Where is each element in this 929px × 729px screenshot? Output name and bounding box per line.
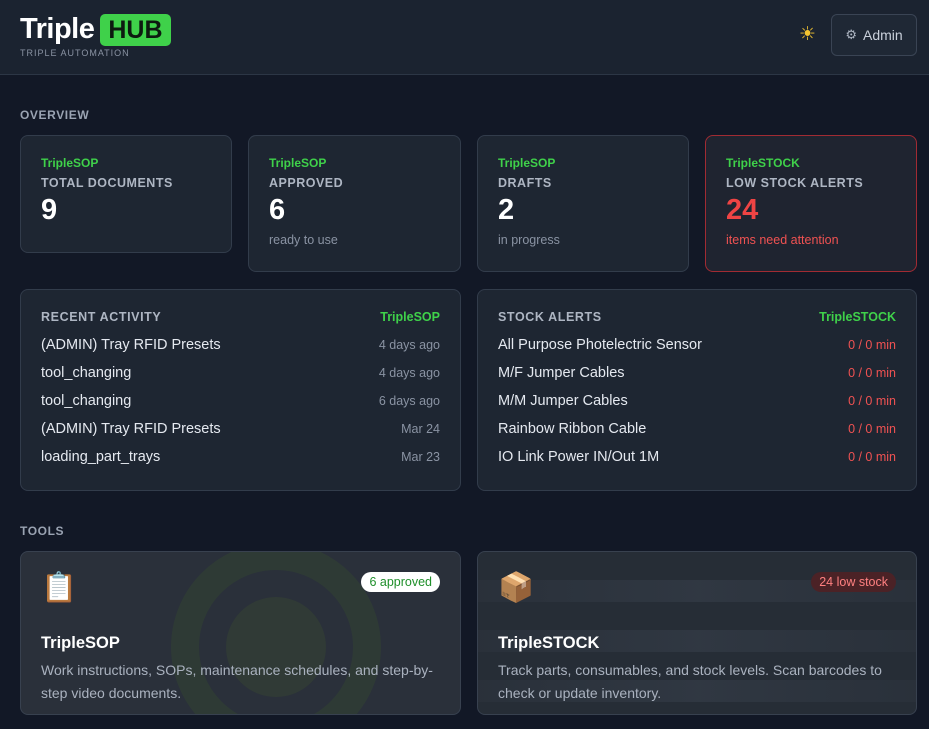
list-item[interactable]: Rainbow Ribbon Cable 0 / 0 min (498, 415, 896, 443)
panel-title: STOCK ALERTS (498, 310, 602, 324)
tools-label: TOOLS (20, 524, 65, 538)
stat-value: 9 (41, 194, 58, 226)
list-item[interactable]: M/F Jumper Cables 0 / 0 min (498, 359, 896, 387)
top-header: Triple HUB TRIPLE AUTOMATION ☀ ⚙ Admin (0, 0, 929, 75)
item-time: 4 days ago (378, 338, 440, 352)
item-name: tool_changing (41, 393, 132, 409)
item-name: loading_part_trays (41, 449, 161, 465)
item-name: Rainbow Ribbon Cable (498, 421, 647, 437)
stat-tag: TripleSOP (269, 156, 327, 170)
list-item[interactable]: tool_changing 4 days ago (41, 359, 440, 387)
tool-card-triplesop[interactable]: 6 approved 📋 TripleSOP Work instructions… (20, 551, 461, 715)
stat-card-low-stock[interactable]: TripleSTOCK LOW STOCK ALERTS 24 items ne… (705, 135, 917, 272)
list-item[interactable]: All Purpose Photelectric Sensor 0 / 0 mi… (498, 331, 896, 359)
gear-icon: ⚙ (845, 27, 857, 42)
overview-label: OVERVIEW (20, 108, 90, 122)
item-name: M/M Jumper Cables (498, 393, 628, 409)
brand-subtitle: TRIPLE AUTOMATION (20, 48, 130, 58)
list-item[interactable]: M/M Jumper Cables 0 / 0 min (498, 387, 896, 415)
item-time: 6 days ago (378, 394, 440, 408)
brand-hub-badge: HUB (100, 13, 171, 46)
stat-card-drafts[interactable]: TripleSOP DRAFTS 2 in progress (477, 135, 689, 272)
item-qty: 0 / 0 min (848, 450, 896, 464)
tool-description: Track parts, consumables, and stock leve… (498, 662, 882, 701)
item-qty: 0 / 0 min (848, 394, 896, 408)
stat-card-total-documents[interactable]: TripleSOP TOTAL DOCUMENTS 9 (20, 135, 232, 253)
stat-subtext: ready to use (269, 233, 338, 247)
list-item[interactable]: loading_part_trays Mar 23 (41, 443, 440, 471)
recent-activity-panel: RECENT ACTIVITY TripleSOP (ADMIN) Tray R… (20, 289, 461, 491)
item-name: tool_changing (41, 365, 132, 381)
item-name: (ADMIN) Tray RFID Presets (41, 421, 221, 437)
item-qty: 0 / 0 min (848, 366, 896, 380)
stat-title: TOTAL DOCUMENTS (41, 176, 173, 190)
stat-value: 24 (726, 194, 759, 226)
item-name: M/F Jumper Cables (498, 365, 625, 381)
stat-tag: TripleSOP (498, 156, 556, 170)
stat-value: 6 (269, 194, 286, 226)
list-item[interactable]: (ADMIN) Tray RFID Presets Mar 24 (41, 415, 440, 443)
item-time: Mar 24 (401, 422, 440, 436)
approved-badge: 6 approved (361, 572, 440, 592)
low-stock-badge: 24 low stock (811, 572, 896, 592)
item-qty: 0 / 0 min (848, 422, 896, 436)
item-time: Mar 23 (401, 450, 440, 464)
stat-value: 2 (498, 194, 515, 226)
panel-title: RECENT ACTIVITY (41, 310, 162, 324)
stock-alerts-panel: STOCK ALERTS TripleSTOCK All Purpose Pho… (477, 289, 917, 491)
list-item[interactable]: IO Link Power IN/Out 1M 0 / 0 min (498, 443, 896, 471)
tool-card-triplestock[interactable]: 24 low stock 📦 TripleSTOCK Track parts, … (477, 551, 917, 715)
item-name: (ADMIN) Tray RFID Presets (41, 337, 221, 353)
stat-title: APPROVED (269, 176, 344, 190)
stat-subtext: in progress (498, 233, 560, 247)
stat-subtext: items need attention (726, 233, 839, 247)
item-time: 4 days ago (378, 366, 440, 380)
brand-logo[interactable]: Triple HUB TRIPLE AUTOMATION (20, 13, 171, 58)
stat-tag: TripleSTOCK (726, 156, 800, 170)
item-name: IO Link Power IN/Out 1M (498, 449, 660, 465)
sun-icon[interactable]: ☀ (799, 25, 816, 45)
item-qty: 0 / 0 min (848, 338, 896, 352)
list-item[interactable]: (ADMIN) Tray RFID Presets 4 days ago (41, 331, 440, 359)
admin-button[interactable]: ⚙ Admin (831, 14, 917, 56)
brand-name: Triple (20, 13, 95, 45)
stat-title: DRAFTS (498, 176, 552, 190)
panel-badge[interactable]: TripleSOP (380, 310, 440, 324)
stat-tag: TripleSOP (41, 156, 99, 170)
tool-description: Work instructions, SOPs, maintenance sch… (41, 662, 433, 701)
panel-badge[interactable]: TripleSTOCK (819, 310, 896, 324)
stat-title: LOW STOCK ALERTS (726, 176, 864, 190)
stat-card-approved[interactable]: TripleSOP APPROVED 6 ready to use (248, 135, 461, 272)
tool-name: TripleSTOCK (498, 634, 600, 652)
item-name: All Purpose Photelectric Sensor (498, 337, 702, 353)
list-item[interactable]: tool_changing 6 days ago (41, 387, 440, 415)
tool-name: TripleSOP (41, 634, 120, 652)
admin-label: Admin (862, 27, 903, 43)
